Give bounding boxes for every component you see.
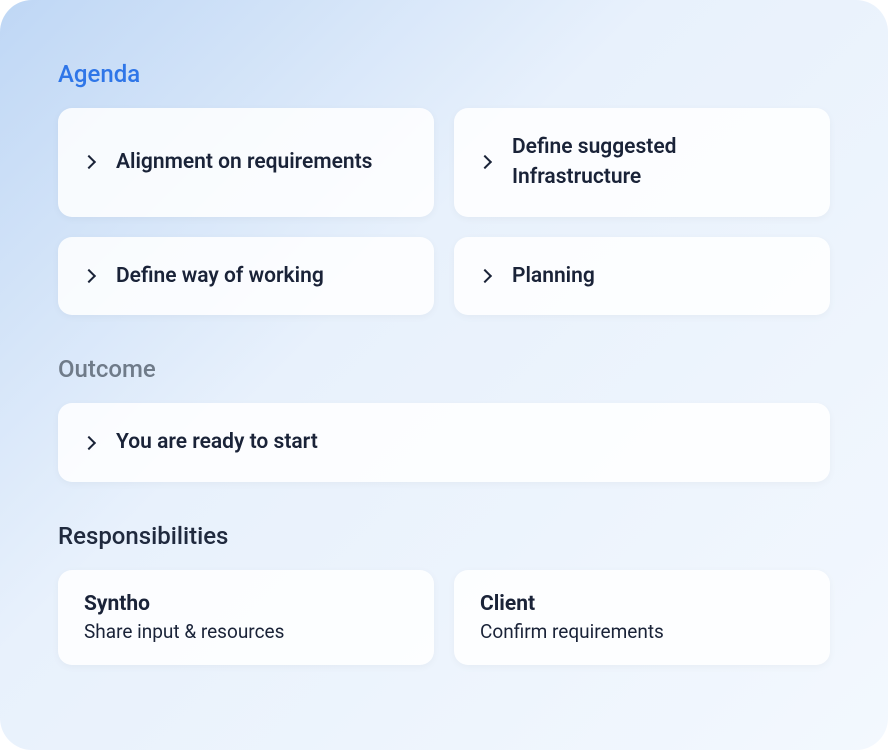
main-panel: Agenda Alignment on requirements Define … xyxy=(0,0,888,750)
responsibilities-grid: Syntho Share input & resources Client Co… xyxy=(58,570,830,665)
responsibility-item: Client Confirm requirements xyxy=(454,570,830,665)
chevron-right-icon xyxy=(478,155,492,169)
responsibility-item: Syntho Share input & resources xyxy=(58,570,434,665)
agenda-item-label: Planning xyxy=(512,261,595,291)
chevron-right-icon xyxy=(478,269,492,283)
chevron-right-icon xyxy=(82,155,96,169)
outcome-item[interactable]: You are ready to start xyxy=(58,403,830,481)
agenda-heading: Agenda xyxy=(58,60,830,88)
agenda-item-label: Define way of working xyxy=(116,261,324,291)
agenda-item[interactable]: Alignment on requirements xyxy=(58,108,434,217)
outcome-grid: You are ready to start xyxy=(58,403,830,481)
responsibility-task: Share input & resources xyxy=(84,620,408,643)
agenda-item[interactable]: Define suggested Infrastructure xyxy=(454,108,830,217)
agenda-item[interactable]: Planning xyxy=(454,237,830,315)
agenda-grid: Alignment on requirements Define suggest… xyxy=(58,108,830,315)
responsibility-task: Confirm requirements xyxy=(480,620,804,643)
responsibilities-heading: Responsibilities xyxy=(58,522,830,550)
responsibility-party: Client xyxy=(480,592,804,616)
chevron-right-icon xyxy=(82,435,96,449)
outcome-heading: Outcome xyxy=(58,355,830,383)
agenda-item[interactable]: Define way of working xyxy=(58,237,434,315)
chevron-right-icon xyxy=(82,269,96,283)
outcome-item-label: You are ready to start xyxy=(116,427,318,457)
responsibility-party: Syntho xyxy=(84,592,408,616)
agenda-item-label: Alignment on requirements xyxy=(116,147,372,177)
agenda-item-label: Define suggested Infrastructure xyxy=(512,132,804,193)
